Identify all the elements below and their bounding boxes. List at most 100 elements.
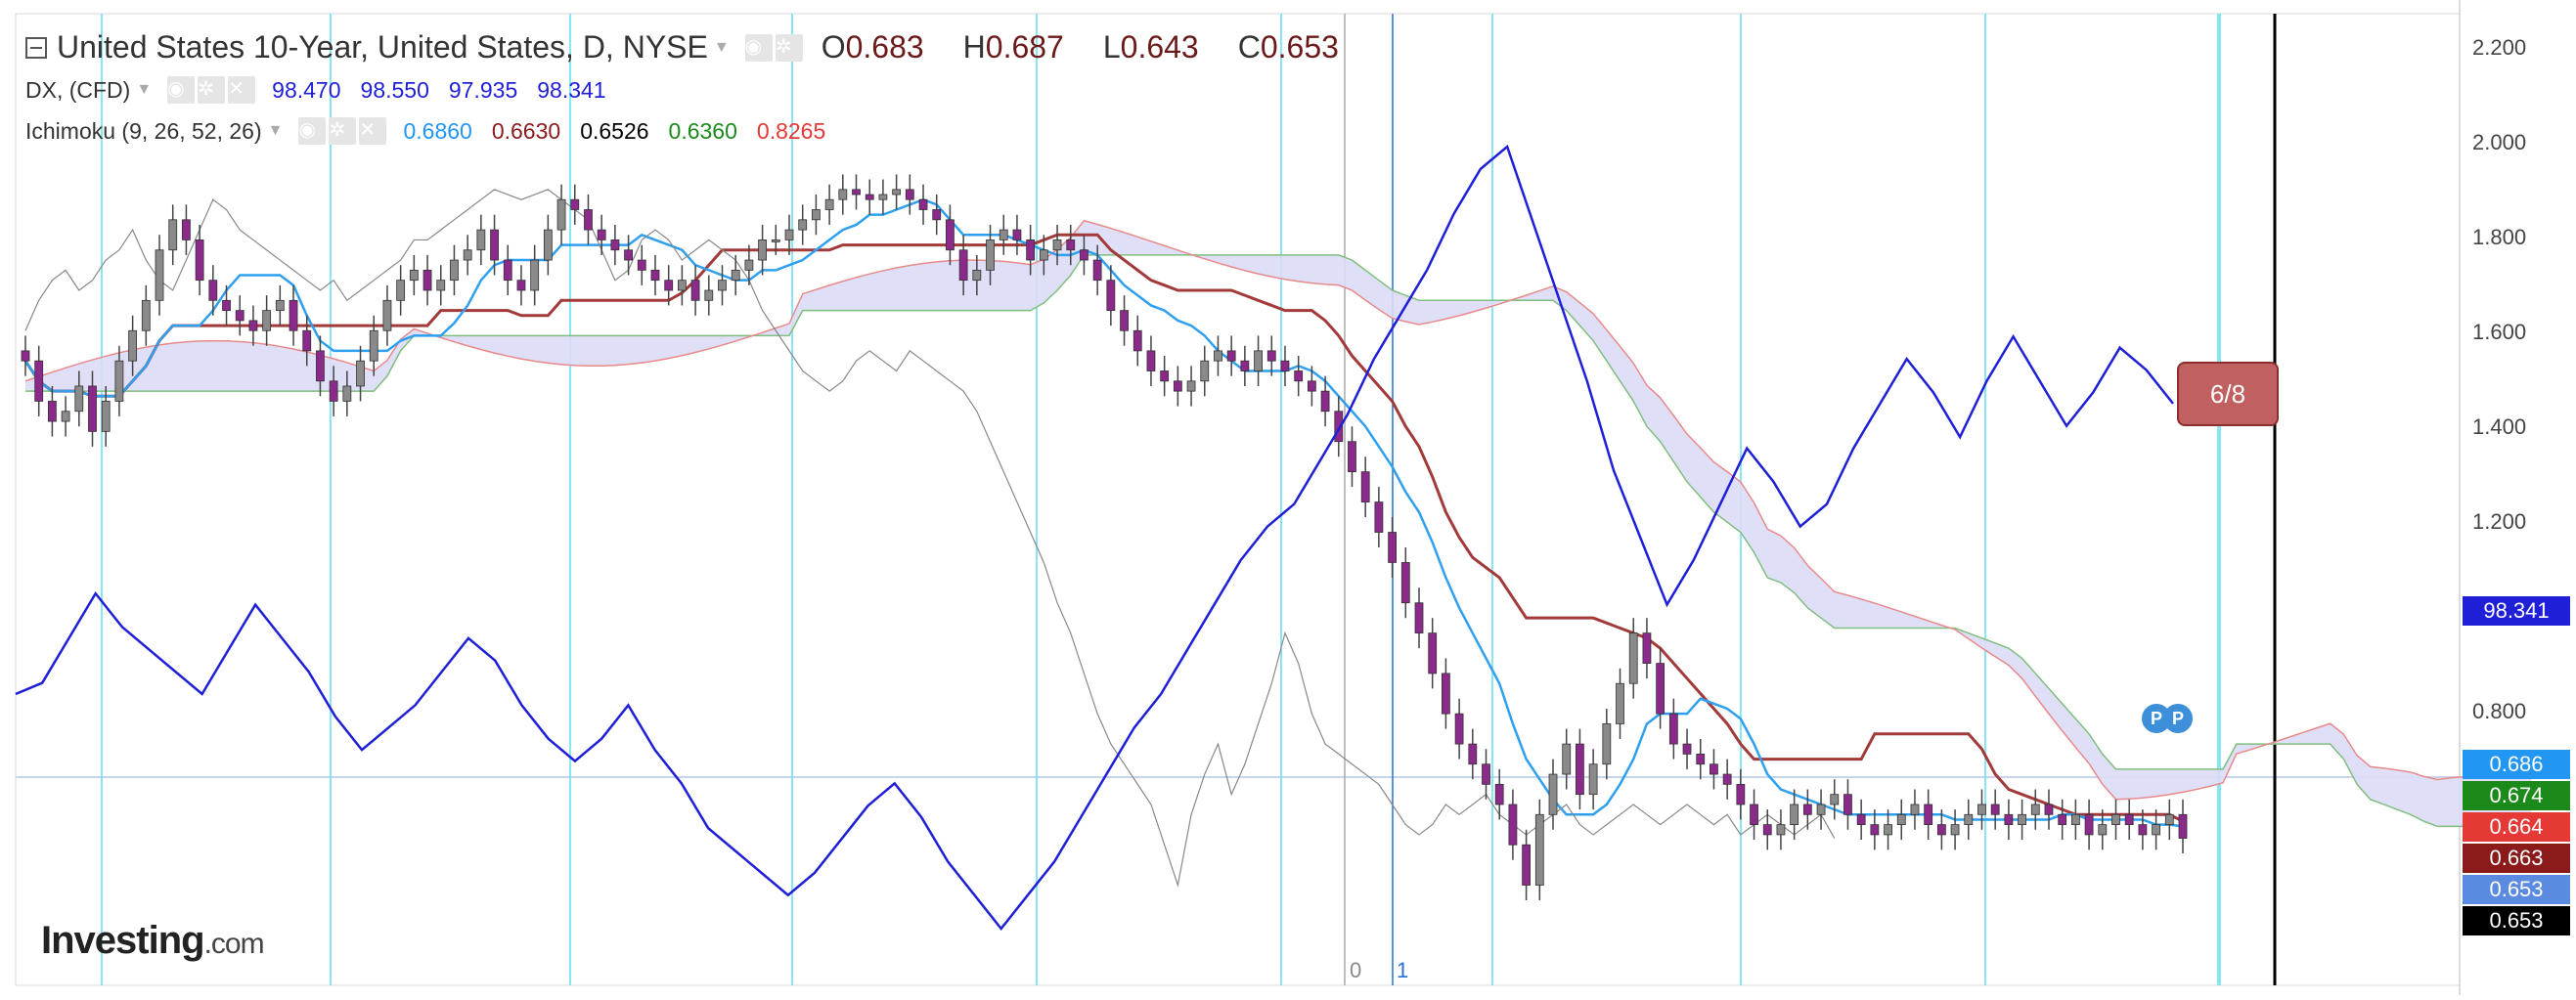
y-tick-label: 1.600 xyxy=(2472,320,2527,344)
ohlc-low-value: 0.643 xyxy=(1120,29,1199,65)
candle-body xyxy=(396,280,406,301)
candle-body xyxy=(1736,783,1746,805)
close-icon[interactable]: ✕ xyxy=(228,76,256,104)
candle-body xyxy=(302,329,312,352)
candle-body xyxy=(1896,813,1906,826)
candle-body xyxy=(1790,804,1799,826)
candle-body xyxy=(74,385,84,413)
candle-body xyxy=(1843,794,1852,815)
candle-body xyxy=(409,269,419,282)
chevron-down-icon[interactable]: ▼ xyxy=(136,81,152,99)
candle-body xyxy=(422,269,432,291)
collapse-icon[interactable] xyxy=(25,36,47,59)
candle-body xyxy=(1160,370,1170,382)
candle-body xyxy=(1468,743,1478,765)
y-tick-label: 1.200 xyxy=(2472,509,2527,534)
eye-icon[interactable]: ◉ xyxy=(744,33,773,62)
indicator-legend: Ichimoku (9, 26, 52, 26) ▼ ◉ ✲ ✕ 0.6860 … xyxy=(25,117,845,145)
candle-body xyxy=(382,299,392,331)
candle-body xyxy=(1856,813,1866,826)
candle-body xyxy=(128,329,138,362)
candle-body xyxy=(1802,804,1812,815)
indicator-value-kijun: 0.6630 xyxy=(491,117,561,144)
candle-body xyxy=(905,189,914,200)
candle-body xyxy=(1668,713,1678,745)
candle-body xyxy=(1936,824,1946,836)
overlay-legend: DX, (CFD) ▼ ◉ ✲ ✕ 98.470 98.550 97.935 9… xyxy=(25,76,626,104)
overlay-value: 98.341 xyxy=(537,76,606,103)
candle-body xyxy=(450,259,459,282)
candle-body xyxy=(1214,350,1222,362)
candle-body xyxy=(932,209,942,221)
candle-body xyxy=(101,401,111,432)
candle-body xyxy=(342,385,352,402)
candle-body xyxy=(865,194,874,200)
candle-body xyxy=(463,249,472,261)
candle-body xyxy=(758,239,768,261)
candle-body xyxy=(503,259,512,282)
gear-icon[interactable]: ✲ xyxy=(775,33,803,62)
symbol-header: United States 10-Year, United States, D,… xyxy=(25,29,1362,65)
ohlc-high-value: 0.687 xyxy=(985,29,1064,65)
candle-body xyxy=(1374,501,1384,533)
plot-frame xyxy=(15,13,2461,986)
candle-body xyxy=(1642,632,1652,664)
overlay-value: 98.470 xyxy=(272,76,341,103)
overlay-name[interactable]: DX, (CFD) xyxy=(25,77,130,104)
eye-icon[interactable]: ◉ xyxy=(167,76,196,104)
candle-body xyxy=(650,269,660,282)
candle-body xyxy=(88,385,97,432)
indicator-name[interactable]: Ichimoku (9, 26, 52, 26) xyxy=(25,118,262,145)
candle-body xyxy=(1762,824,1772,836)
close-icon[interactable]: ✕ xyxy=(359,117,387,145)
candle-body xyxy=(21,350,30,362)
candle-body xyxy=(918,198,928,210)
x-marker-label: 0 xyxy=(1350,958,1362,982)
y-tick-label: 1.800 xyxy=(2472,225,2527,249)
candle-body xyxy=(597,229,606,240)
event-pin-icon[interactable]: P xyxy=(2163,704,2193,733)
symbol-title[interactable]: United States 10-Year, United States, D,… xyxy=(57,29,708,65)
ohlc-open-label: O xyxy=(821,29,846,65)
candle-body xyxy=(2018,813,2026,826)
candle-body xyxy=(704,289,714,301)
candle-body xyxy=(690,280,700,301)
candle-body xyxy=(34,360,44,402)
eye-icon[interactable]: ◉ xyxy=(298,117,327,145)
y-tick-label: 2.000 xyxy=(2472,130,2527,154)
candle-body xyxy=(1388,532,1397,563)
candle-body xyxy=(958,249,968,282)
gear-icon[interactable]: ✲ xyxy=(329,117,357,145)
overlay-value: 98.550 xyxy=(360,76,429,103)
price-tag-dx: 98.341 xyxy=(2463,596,2570,626)
ichimoku-chart[interactable] xyxy=(0,0,2576,995)
candle-body xyxy=(48,401,57,422)
candle-body xyxy=(2004,813,2014,826)
ohlc-low-label: L xyxy=(1102,29,1121,65)
candle-body xyxy=(852,189,861,196)
gear-icon[interactable]: ✲ xyxy=(198,76,226,104)
candle-body xyxy=(516,280,526,291)
candle-body xyxy=(718,280,727,291)
candle-body xyxy=(1990,804,2000,815)
candle-body xyxy=(637,259,646,271)
y-tick-label: 0.800 xyxy=(2472,699,2527,723)
candle-body xyxy=(1092,259,1102,282)
candle-body xyxy=(436,280,446,291)
ohlc-open-value: 0.683 xyxy=(845,29,924,65)
candle-body xyxy=(1133,329,1142,352)
chart-stage[interactable] xyxy=(0,0,2576,995)
candle-body xyxy=(784,229,794,240)
candle-body xyxy=(892,189,902,196)
candle-body xyxy=(1240,360,1250,371)
candle-body xyxy=(235,310,244,322)
chevron-down-icon[interactable]: ▼ xyxy=(268,122,284,140)
candle-body xyxy=(812,209,821,221)
candle-body xyxy=(2111,813,2120,826)
candle-body xyxy=(275,299,285,312)
candle-body xyxy=(556,198,566,231)
chevron-down-icon[interactable]: ▼ xyxy=(714,39,730,57)
candle-body xyxy=(1441,673,1450,715)
candle-body xyxy=(2164,813,2174,826)
candle-body xyxy=(155,249,164,301)
